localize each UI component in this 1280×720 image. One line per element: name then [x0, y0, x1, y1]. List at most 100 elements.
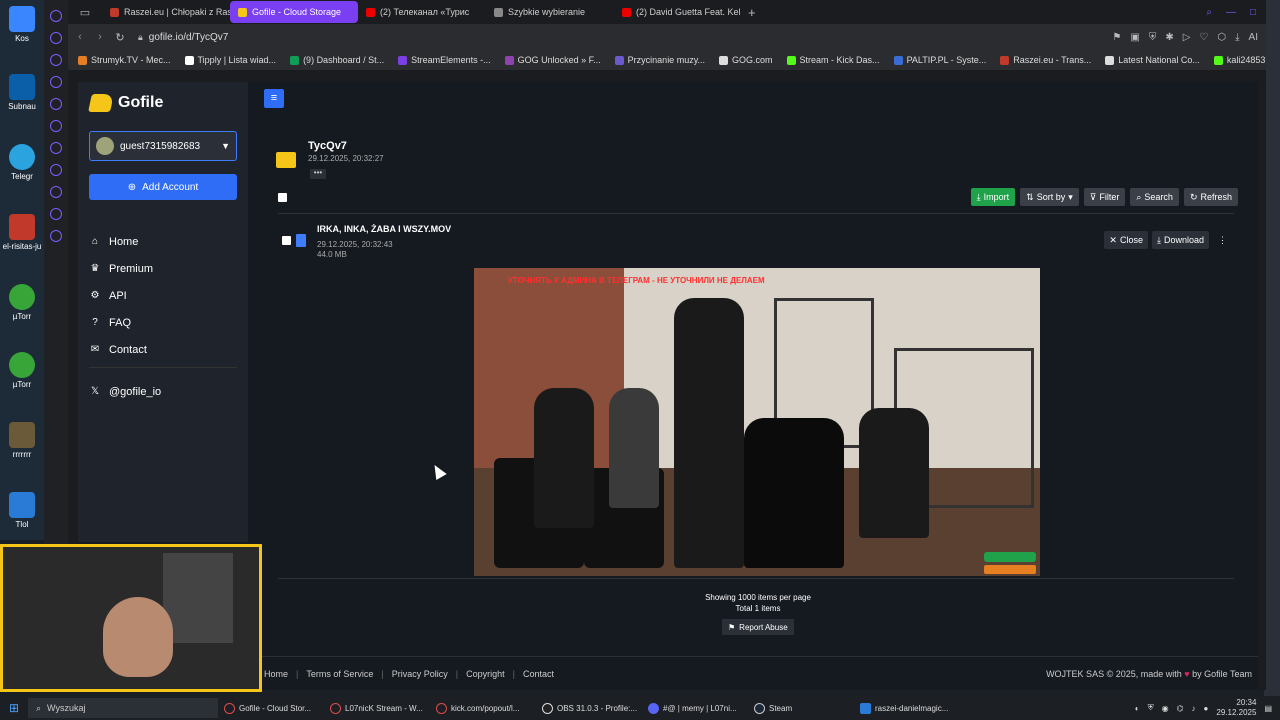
- tray-app-icon[interactable]: ◐: [1135, 704, 1140, 713]
- search-icon[interactable]: ⌕: [1206, 7, 1212, 18]
- taskbar-app[interactable]: kick.com/popout/l...: [430, 702, 536, 714]
- desktop-icon[interactable]: Telegr: [2, 144, 42, 181]
- tray-app-icon[interactable]: ◉: [1162, 704, 1169, 713]
- desktop-icon[interactable]: rrrrrrr: [2, 422, 42, 459]
- sidebar-item-home[interactable]: ⌂ Home: [89, 228, 237, 255]
- download-button[interactable]: ⤓ Download: [1151, 231, 1209, 249]
- maximize-icon[interactable]: □: [1250, 7, 1256, 18]
- extension-icon[interactable]: ✱: [1165, 32, 1173, 43]
- bookmark-item[interactable]: GOG.com: [719, 55, 773, 65]
- sidebar-item-premium[interactable]: ♛ Premium: [89, 255, 237, 282]
- bookmark-item[interactable]: GOG Unlocked » F...: [504, 55, 601, 65]
- bookmark-item[interactable]: StreamElements -...: [398, 55, 491, 65]
- back-icon[interactable]: ‹: [72, 31, 88, 43]
- heart-icon[interactable]: ♡: [1199, 32, 1208, 43]
- bookmark-item[interactable]: Strumyk.TV - Mec...: [78, 55, 171, 65]
- new-tab-button[interactable]: +: [748, 5, 756, 20]
- sidebar-app-icon[interactable]: [50, 10, 62, 22]
- sidebar-app-icon[interactable]: [50, 186, 62, 198]
- windows-start-icon[interactable]: ⊞: [0, 701, 28, 715]
- sidebar-app-icon[interactable]: [50, 208, 62, 220]
- clock[interactable]: 20:34 29.12.2025: [1216, 698, 1256, 718]
- notifications-icon[interactable]: ▤: [1264, 704, 1272, 713]
- close-button[interactable]: ✕ Close: [1104, 231, 1148, 249]
- import-button[interactable]: ⤓ Import: [970, 188, 1016, 206]
- sidebar-item-api[interactable]: ⚙ API: [89, 282, 237, 309]
- footer-link-terms[interactable]: Terms of Service: [306, 669, 373, 679]
- sidebar-app-icon[interactable]: [50, 54, 62, 66]
- volume-icon[interactable]: ♪: [1192, 704, 1196, 713]
- bookmark-item[interactable]: PALTIP.PL - Syste...: [893, 55, 986, 65]
- filter-button[interactable]: ⊽ Filter: [1083, 188, 1126, 206]
- bookmark-icon[interactable]: ⚑: [1112, 32, 1121, 43]
- sidebar-item-contact[interactable]: ✉ Contact: [89, 336, 237, 363]
- bookmark-item[interactable]: kali24853: [1213, 55, 1265, 65]
- tab-youtube-guetta[interactable]: (2) David Guetta Feat. Kel: [614, 1, 742, 23]
- desktop-icon[interactable]: µTorr: [2, 352, 42, 389]
- taskbar-app[interactable]: #@ | memy | L07ni...: [642, 702, 748, 714]
- forward-icon[interactable]: ›: [92, 31, 108, 43]
- bookmark-item[interactable]: Latest National Co...: [1105, 55, 1200, 65]
- account-selector[interactable]: guest7315982683 ▼: [89, 131, 237, 161]
- search-button[interactable]: ⌕ Search: [1130, 188, 1179, 206]
- network-icon[interactable]: ⌬: [1177, 704, 1184, 713]
- microphone-icon[interactable]: ●: [1204, 704, 1209, 713]
- select-all-checkbox[interactable]: [278, 193, 287, 202]
- puzzle-icon[interactable]: ⬡: [1217, 32, 1226, 43]
- bookmark-item[interactable]: Stream - Kick Das...: [786, 55, 880, 65]
- tab-youtube-turist[interactable]: (2) Телеканал «Турис: [358, 1, 486, 23]
- download-icon[interactable]: ⤓: [1235, 32, 1239, 43]
- sidebar-app-icon[interactable]: [50, 32, 62, 44]
- tab-speed-dial[interactable]: Szybkie wybieranie: [486, 1, 614, 23]
- sidebar-app-icon[interactable]: [50, 142, 62, 154]
- sidebar-item-faq[interactable]: ? FAQ: [89, 309, 237, 336]
- workspaces-icon[interactable]: ▭: [68, 6, 102, 19]
- file-name[interactable]: IRKA, INKA, ŻABA I WSZY.MOV: [317, 224, 451, 234]
- footer-link-privacy[interactable]: Privacy Policy: [392, 669, 448, 679]
- bookmark-item[interactable]: Tipply | Lista wiad...: [184, 55, 276, 65]
- url-field[interactable]: gofile.io/d/TycQv7: [149, 32, 228, 43]
- ai-icon[interactable]: AI: [1249, 32, 1258, 43]
- play-icon[interactable]: ▷: [1183, 32, 1191, 43]
- taskbar-app[interactable]: raszei-danielmagic...: [854, 702, 960, 714]
- taskbar-app[interactable]: OBS 31.0.3 - Profile:...: [536, 702, 642, 714]
- bookmark-item[interactable]: (9) Dashboard / St...: [290, 55, 384, 65]
- lock-icon[interactable]: 🔒︎: [138, 32, 143, 43]
- gofile-logo[interactable]: Gofile: [88, 94, 163, 112]
- taskbar-app[interactable]: Steam: [748, 702, 854, 714]
- desktop-icon[interactable]: µTorr: [2, 284, 42, 321]
- desktop-icon[interactable]: el-risitas-ju: [2, 214, 42, 251]
- bookmark-item[interactable]: Raszei.eu - Trans...: [1000, 55, 1091, 65]
- footer-link-contact[interactable]: Contact: [523, 669, 554, 679]
- refresh-button[interactable]: ↻ Refresh: [1183, 188, 1238, 206]
- tab-raszei[interactable]: Raszei.eu | Chłopaki z Ras: [102, 1, 230, 23]
- video-player[interactable]: УТОЧНЯТЬ У АДМИНА В ТЕЛЕГРАМ - НЕ УТОЧНИ…: [474, 268, 1040, 576]
- folder-options-button[interactable]: •••: [310, 169, 326, 179]
- report-abuse-button[interactable]: ⚑ Report Abuse: [722, 619, 794, 635]
- more-options-icon[interactable]: ⋮: [1213, 231, 1232, 249]
- sidebar-app-icon[interactable]: [50, 120, 62, 132]
- taskbar-app[interactable]: Gofile - Cloud Stor...: [218, 702, 324, 714]
- sidebar-app-icon[interactable]: [50, 164, 62, 176]
- desktop-icon[interactable]: Subnau: [2, 74, 42, 111]
- desktop-icon[interactable]: Tlol: [2, 492, 42, 529]
- add-account-button[interactable]: ⊕ Add Account: [89, 174, 237, 200]
- sort-button[interactable]: ⇅ Sort by ▾: [1020, 188, 1079, 206]
- sidebar-app-icon[interactable]: [50, 98, 62, 110]
- footer-link-copyright[interactable]: Copyright: [466, 669, 505, 679]
- file-checkbox[interactable]: [282, 236, 291, 245]
- minimize-icon[interactable]: —: [1226, 7, 1236, 18]
- sidebar-app-icon[interactable]: [50, 230, 62, 242]
- menu-toggle-button[interactable]: ≡: [264, 89, 284, 108]
- taskbar-search[interactable]: ⌕ Wyszukaj: [28, 698, 218, 718]
- tab-gofile[interactable]: Gofile - Cloud Storage: [230, 1, 358, 23]
- reload-icon[interactable]: ↻: [112, 31, 128, 44]
- sidebar-item-social[interactable]: 𝕏 @gofile_io: [89, 378, 237, 405]
- taskbar-app[interactable]: L07nicK Stream - W...: [324, 702, 430, 714]
- bookmark-item[interactable]: Przycinanie muzy...: [614, 55, 705, 65]
- sidebar-app-icon[interactable]: [50, 76, 62, 88]
- shield-icon[interactable]: ⛨: [1149, 32, 1157, 43]
- footer-link-home[interactable]: Home: [264, 669, 288, 679]
- tray-app-icon[interactable]: ⛨: [1148, 703, 1154, 713]
- screenshot-icon[interactable]: ▣: [1130, 32, 1139, 43]
